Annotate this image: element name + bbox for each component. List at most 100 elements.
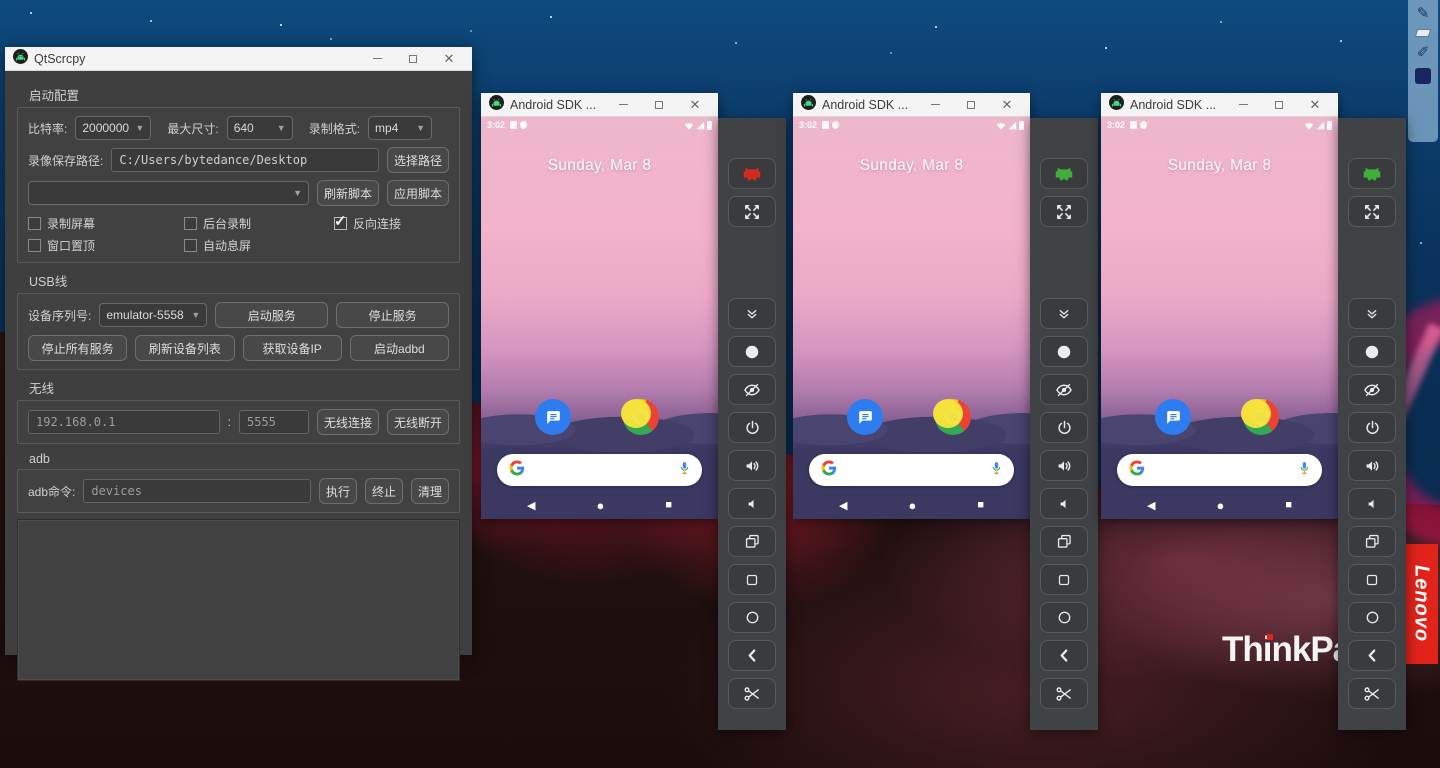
adb-clear-button[interactable]: 清理	[411, 478, 449, 504]
group-control-button[interactable]	[728, 158, 776, 189]
power-button[interactable]	[1348, 412, 1396, 443]
fullscreen-button[interactable]	[728, 196, 776, 227]
messages-app-icon[interactable]	[847, 399, 883, 435]
volume-up-button[interactable]	[1040, 450, 1088, 481]
maximize-button[interactable]	[1264, 96, 1294, 114]
log-output-area[interactable]	[17, 519, 460, 681]
fullscreen-button[interactable]	[1348, 196, 1396, 227]
minimize-button[interactable]	[1228, 96, 1258, 114]
nav-recents-button[interactable]: ■	[977, 499, 984, 511]
adb-cmd-input[interactable]: devices	[83, 479, 311, 503]
close-button[interactable]: ✕	[1300, 96, 1330, 114]
color-swatch[interactable]	[1415, 68, 1431, 84]
maxsize-select[interactable]: 640▼	[227, 116, 293, 140]
format-select[interactable]: mp4▼	[368, 116, 432, 140]
menu-button[interactable]	[728, 564, 776, 595]
wireless-ip-input[interactable]: 192.168.0.1	[28, 410, 220, 434]
nav-home-button[interactable]: ●	[908, 498, 916, 513]
chrome-app-icon[interactable]	[623, 399, 659, 435]
back-button[interactable]	[728, 640, 776, 671]
app-switch-button[interactable]	[1348, 526, 1396, 557]
expand-more-button[interactable]	[728, 298, 776, 329]
script-select[interactable]: ▼	[28, 181, 309, 205]
qtscrcpy-titlebar[interactable]: QtScrcpy ✕	[5, 47, 472, 71]
device-titlebar[interactable]: Android SDK ... ✕	[793, 93, 1030, 117]
nav-home-button[interactable]: ●	[596, 498, 604, 513]
home-button[interactable]	[728, 602, 776, 633]
refresh-script-button[interactable]: 刷新脚本	[317, 180, 379, 206]
back-button[interactable]	[1040, 640, 1088, 671]
refresh-device-list-button[interactable]: 刷新设备列表	[135, 335, 234, 361]
device-titlebar[interactable]: Android SDK ... ✕	[1101, 93, 1338, 117]
mic-icon[interactable]	[990, 460, 1003, 480]
window-on-top-checkbox[interactable]: 窗口置顶	[28, 237, 176, 254]
serial-select[interactable]: emulator-5558▼	[99, 303, 207, 327]
device-screen-mirror[interactable]: 3:02 Sunday, Mar 8	[1101, 117, 1338, 519]
eraser-icon[interactable]	[1415, 29, 1432, 37]
close-button[interactable]: ✕	[680, 96, 710, 114]
app-switch-button[interactable]	[728, 526, 776, 557]
group-control-button[interactable]	[1348, 158, 1396, 189]
device-screen-mirror[interactable]: 3:02 Sunday, Mar 8	[793, 117, 1030, 519]
google-search-bar[interactable]	[1117, 454, 1322, 486]
screen-off-button[interactable]	[1348, 374, 1396, 405]
app-switch-button[interactable]	[1040, 526, 1088, 557]
start-adbd-button[interactable]: 启动adbd	[350, 335, 449, 361]
power-button[interactable]	[1040, 412, 1088, 443]
apply-script-button[interactable]: 应用脚本	[387, 180, 449, 206]
messages-app-icon[interactable]	[535, 399, 571, 435]
screen-off-button[interactable]	[728, 374, 776, 405]
minimize-button[interactable]	[608, 96, 638, 114]
adb-terminate-button[interactable]: 终止	[365, 478, 403, 504]
adb-execute-button[interactable]: 执行	[319, 478, 357, 504]
stop-all-services-button[interactable]: 停止所有服务	[28, 335, 127, 361]
messages-app-icon[interactable]	[1155, 399, 1191, 435]
nav-back-button[interactable]: ◀	[1147, 499, 1155, 512]
auto-screen-off-checkbox[interactable]: 自动息屏	[184, 237, 251, 254]
record-screen-checkbox[interactable]: 录制屏幕	[28, 215, 176, 232]
close-button[interactable]: ✕	[434, 50, 464, 68]
nav-home-button[interactable]: ●	[1216, 498, 1224, 513]
home-button[interactable]	[1348, 602, 1396, 633]
nav-recents-button[interactable]: ■	[665, 499, 672, 511]
nav-back-button[interactable]: ◀	[527, 499, 535, 512]
screen-clip-button[interactable]	[1348, 678, 1396, 709]
screen-clip-button[interactable]	[728, 678, 776, 709]
get-device-ip-button[interactable]: 获取设备IP	[243, 335, 342, 361]
wireless-port-input[interactable]: 5555	[239, 410, 309, 434]
back-button[interactable]	[1348, 640, 1396, 671]
maximize-button[interactable]	[956, 96, 986, 114]
screen-clip-button[interactable]	[1040, 678, 1088, 709]
volume-up-button[interactable]	[728, 450, 776, 481]
pen-icon[interactable]: ✎	[1417, 6, 1430, 21]
chrome-app-icon[interactable]	[935, 399, 971, 435]
nav-back-button[interactable]: ◀	[839, 499, 847, 512]
nav-recents-button[interactable]: ■	[1285, 499, 1292, 511]
google-search-bar[interactable]	[497, 454, 702, 486]
mic-icon[interactable]	[678, 460, 691, 480]
screenshot-button[interactable]	[728, 336, 776, 367]
fullscreen-button[interactable]	[1040, 196, 1088, 227]
wireless-connect-button[interactable]: 无线连接	[317, 409, 379, 435]
minimize-button[interactable]	[362, 50, 392, 68]
menu-button[interactable]	[1348, 564, 1396, 595]
close-button[interactable]: ✕	[992, 96, 1022, 114]
maximize-button[interactable]	[644, 96, 674, 114]
stop-service-button[interactable]: 停止服务	[336, 302, 449, 328]
menu-button[interactable]	[1040, 564, 1088, 595]
choose-path-button[interactable]: 选择路径	[387, 147, 449, 173]
volume-up-button[interactable]	[1348, 450, 1396, 481]
background-record-checkbox[interactable]: 后台录制	[184, 215, 326, 232]
device-screen-mirror[interactable]: 3:02 Sunday, Mar 8	[481, 117, 718, 519]
maximize-button[interactable]	[398, 50, 428, 68]
savepath-input[interactable]: C:/Users/bytedance/Desktop	[111, 148, 379, 172]
volume-down-button[interactable]	[1348, 488, 1396, 519]
power-button[interactable]	[728, 412, 776, 443]
start-service-button[interactable]: 启动服务	[215, 302, 328, 328]
chrome-app-icon[interactable]	[1243, 399, 1279, 435]
expand-more-button[interactable]	[1348, 298, 1396, 329]
bitrate-select[interactable]: 2000000▼	[75, 116, 151, 140]
mic-icon[interactable]	[1298, 460, 1311, 480]
home-button[interactable]	[1040, 602, 1088, 633]
volume-down-button[interactable]	[1040, 488, 1088, 519]
